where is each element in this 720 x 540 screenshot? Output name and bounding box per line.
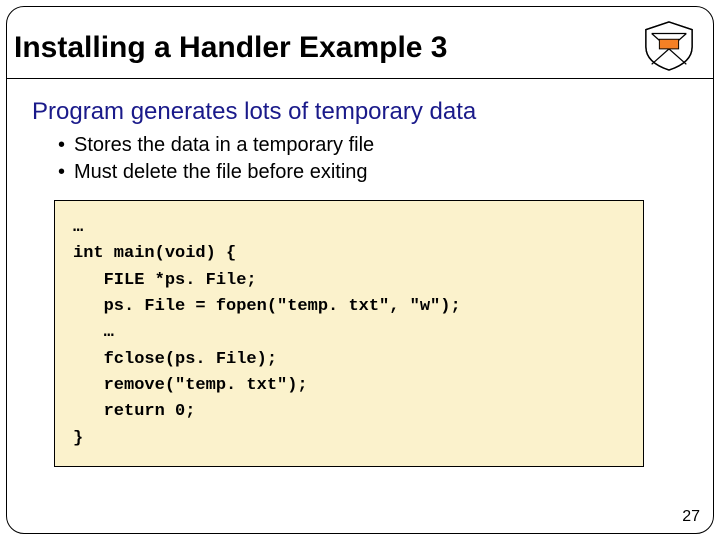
slide: Installing a Handler Example 3 Program g…	[0, 0, 720, 540]
title-underline	[6, 78, 714, 79]
list-item: Stores the data in a temporary file	[58, 132, 688, 159]
title-bar: Installing a Handler Example 3	[10, 16, 710, 80]
lead-text: Program generates lots of temporary data	[32, 98, 688, 126]
code-block: … int main(void) { FILE *ps. File; ps. F…	[54, 200, 644, 467]
list-item: Must delete the file before exiting	[58, 159, 688, 186]
slide-title: Installing a Handler Example 3	[10, 32, 447, 64]
bullet-list: Stores the data in a temporary file Must…	[58, 132, 688, 186]
page-number: 27	[682, 508, 700, 526]
university-shield-icon	[640, 20, 698, 72]
slide-body: Program generates lots of temporary data…	[32, 98, 688, 498]
